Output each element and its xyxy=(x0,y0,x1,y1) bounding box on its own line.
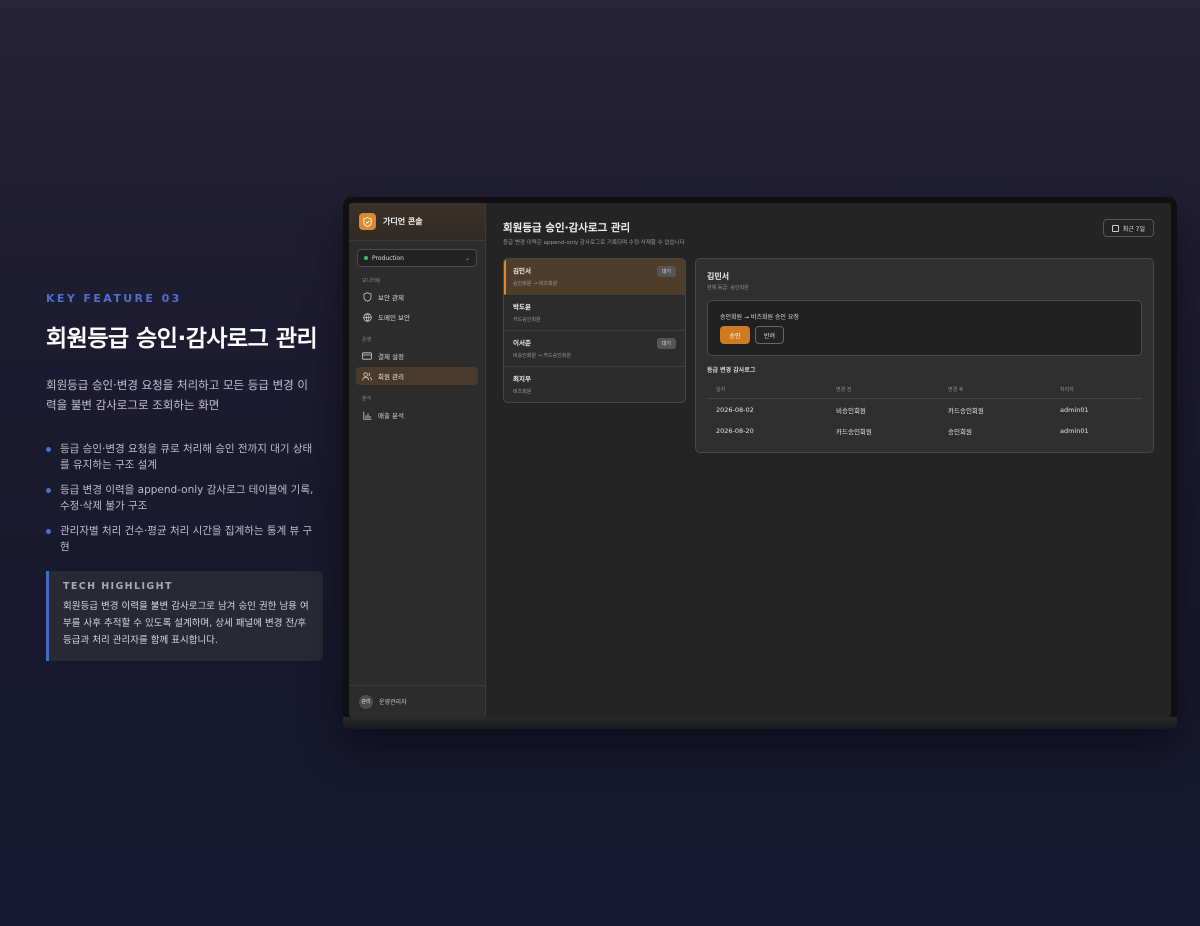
member-grade: 비승인회원 → 카드승인회원 xyxy=(513,353,571,359)
feature-description: 회원등급 승인·변경 요청을 처리하고 모든 등급 변경 이력을 불변 감사로그… xyxy=(46,378,309,412)
audit-log-title: 등급 변경 감사로그 xyxy=(707,367,756,374)
status-badge: 대기 xyxy=(656,338,676,349)
member-grade: 승인회원 → 비즈회원 xyxy=(513,281,558,287)
sidebar-item-label: 매출 분석 xyxy=(378,412,404,420)
environment-value: Production xyxy=(372,254,404,262)
brand[interactable]: 가디언 콘솔 xyxy=(349,203,485,241)
table-cell: 승인회원 xyxy=(948,427,972,436)
sidebar-item-payment[interactable]: 결제 설정 xyxy=(356,347,478,365)
member-name: 김민서 xyxy=(513,267,531,275)
status-badge: 대기 xyxy=(656,266,676,277)
table-cell: admin01 xyxy=(1060,405,1089,414)
feature-kicker: KEY FEATURE 03 xyxy=(46,292,182,305)
member-name: 최지우 xyxy=(513,375,531,383)
member-grade: 카드승인회원 xyxy=(513,317,541,323)
sidebar-item-label: 회원 관리 xyxy=(378,373,404,381)
feature-headline: 회원등급 승인·감사로그 관리 xyxy=(46,326,318,352)
tech-highlight-body: 회원등급 변경 이력을 불변 감사로그로 남겨 승인 권한 남용 여부를 사후 … xyxy=(63,601,309,646)
tech-highlight-title: TECH HIGHLIGHT xyxy=(63,581,173,592)
app-screen: 가디언 콘솔 Production ⌄ 모니터링 보안 관제 도메인 보안 운영… xyxy=(349,203,1171,717)
member-detail-panel: 김민서 현재 등급: 승인회원 승인회원 → 비즈회원 승인 요청 승인 반려 … xyxy=(695,258,1154,453)
sidebar-item-label: 결제 설정 xyxy=(378,353,404,361)
list-item[interactable]: 김민서 승인회원 → 비즈회원 대기 xyxy=(504,259,685,295)
calendar-icon xyxy=(1111,224,1119,232)
globe-icon xyxy=(362,312,372,322)
sidebar-item-label: 보안 관제 xyxy=(378,294,404,302)
list-item[interactable]: 최지우 비즈회원 xyxy=(504,367,685,402)
shield-logo-icon xyxy=(359,213,376,230)
column-header: 변경 전 xyxy=(827,381,939,399)
reject-button[interactable]: 반려 xyxy=(755,326,784,344)
page-subtitle: 등급 변경 이력은 append-only 감사로그로 기록되며 수정·삭제할 … xyxy=(503,240,685,246)
column-header: 일자 xyxy=(707,381,827,399)
sidebar-footer: 관리 운영관리자 xyxy=(349,685,485,717)
laptop-base xyxy=(343,717,1177,729)
list-item[interactable]: 박도윤 카드승인회원 xyxy=(504,295,685,331)
table-row: 2026-08-02 비승인회원 카드승인회원 admin01 xyxy=(707,398,1142,419)
approve-button[interactable]: 승인 xyxy=(720,326,750,344)
column-header: 처리자 xyxy=(1051,381,1142,399)
table-cell: 카드승인회원 xyxy=(948,406,984,415)
feature-bullet: 등급 변경 이력을 append-only 감사로그 테이블에 기록, 수정·삭… xyxy=(46,482,321,514)
grade-request-card: 승인회원 → 비즈회원 승인 요청 승인 반려 xyxy=(707,300,1142,356)
list-item[interactable]: 이서준 비승인회원 → 카드승인회원 대기 xyxy=(504,331,685,367)
nav-section-operations: 운영 xyxy=(362,337,372,343)
date-range-label: 최근 7일 xyxy=(1122,225,1145,233)
member-grade: 비즈회원 xyxy=(513,389,532,395)
users-icon xyxy=(362,371,372,381)
admin-name: 운영관리자 xyxy=(379,699,407,706)
sidebar-item-label: 도메인 보안 xyxy=(378,314,410,322)
page-title: 회원등급 승인·감사로그 관리 xyxy=(503,222,631,234)
feature-copy: KEY FEATURE 03 회원등급 승인·감사로그 관리 회원등급 승인·변… xyxy=(46,292,336,661)
sidebar-item-sales[interactable]: 매출 분석 xyxy=(356,406,478,424)
member-request-list: 김민서 승인회원 → 비즈회원 대기 박도윤 카드승인회원 이서준 비승인회원 … xyxy=(503,258,686,403)
tech-highlight: TECH HIGHLIGHT 회원등급 변경 이력을 불변 감사로그로 남겨 승… xyxy=(46,571,323,661)
table-cell: admin01 xyxy=(1060,426,1089,435)
environment-select[interactable]: Production ⌄ xyxy=(357,249,477,267)
detail-member-name: 김민서 xyxy=(707,272,730,281)
avatar[interactable]: 관리 xyxy=(359,694,373,709)
feature-bullets: 등급 승인·변경 요청을 큐로 처리해 승인 전까지 대기 상태를 유지하는 구… xyxy=(46,441,336,555)
table-cell: 카드승인회원 xyxy=(836,427,872,436)
brand-name: 가디언 콘솔 xyxy=(383,217,423,226)
table-row: 2026-08-20 카드승인회원 승인회원 admin01 xyxy=(707,419,1142,440)
sidebar: 가디언 콘솔 Production ⌄ 모니터링 보안 관제 도메인 보안 운영… xyxy=(349,203,486,717)
audit-log-table: 일자 변경 전 변경 후 처리자 2026-08-02 비승인회원 카드승인회원… xyxy=(707,381,1142,440)
table-header-row: 일자 변경 전 변경 후 처리자 xyxy=(707,381,1142,399)
chevron-down-icon: ⌄ xyxy=(464,254,470,262)
bar-chart-icon xyxy=(362,410,372,420)
table-cell: 비승인회원 xyxy=(836,406,866,415)
column-header: 변경 후 xyxy=(939,381,1051,399)
feature-bullet: 등급 승인·변경 요청을 큐로 처리해 승인 전까지 대기 상태를 유지하는 구… xyxy=(46,441,321,473)
nav-section-monitoring: 모니터링 xyxy=(362,278,381,284)
shield-icon xyxy=(362,292,372,302)
table-cell: 2026-08-02 xyxy=(716,405,754,414)
nav-section-analytics: 분석 xyxy=(362,396,372,402)
sidebar-item-security[interactable]: 보안 관제 xyxy=(356,288,478,306)
feature-bullet: 관리자별 처리 건수·평균 처리 시간을 집계하는 통계 뷰 구현 xyxy=(46,523,321,555)
sidebar-item-members[interactable]: 회원 관리 xyxy=(356,367,478,385)
sidebar-item-domain[interactable]: 도메인 보안 xyxy=(356,308,478,326)
table-cell: 2026-08-20 xyxy=(716,426,754,435)
main-content: 회원등급 승인·감사로그 관리 등급 변경 이력은 append-only 감사… xyxy=(486,203,1171,717)
date-range-button[interactable]: 최근 7일 xyxy=(1102,219,1154,237)
grade-request-text: 승인회원 → 비즈회원 승인 요청 xyxy=(720,314,799,321)
laptop-frame: 가디언 콘솔 Production ⌄ 모니터링 보안 관제 도메인 보안 운영… xyxy=(343,197,1177,727)
credit-card-icon xyxy=(362,351,372,361)
status-dot-icon xyxy=(364,256,368,260)
detail-current-grade: 현재 등급: 승인회원 xyxy=(707,285,749,291)
member-name: 박도윤 xyxy=(513,303,531,311)
member-name: 이서준 xyxy=(513,339,531,347)
